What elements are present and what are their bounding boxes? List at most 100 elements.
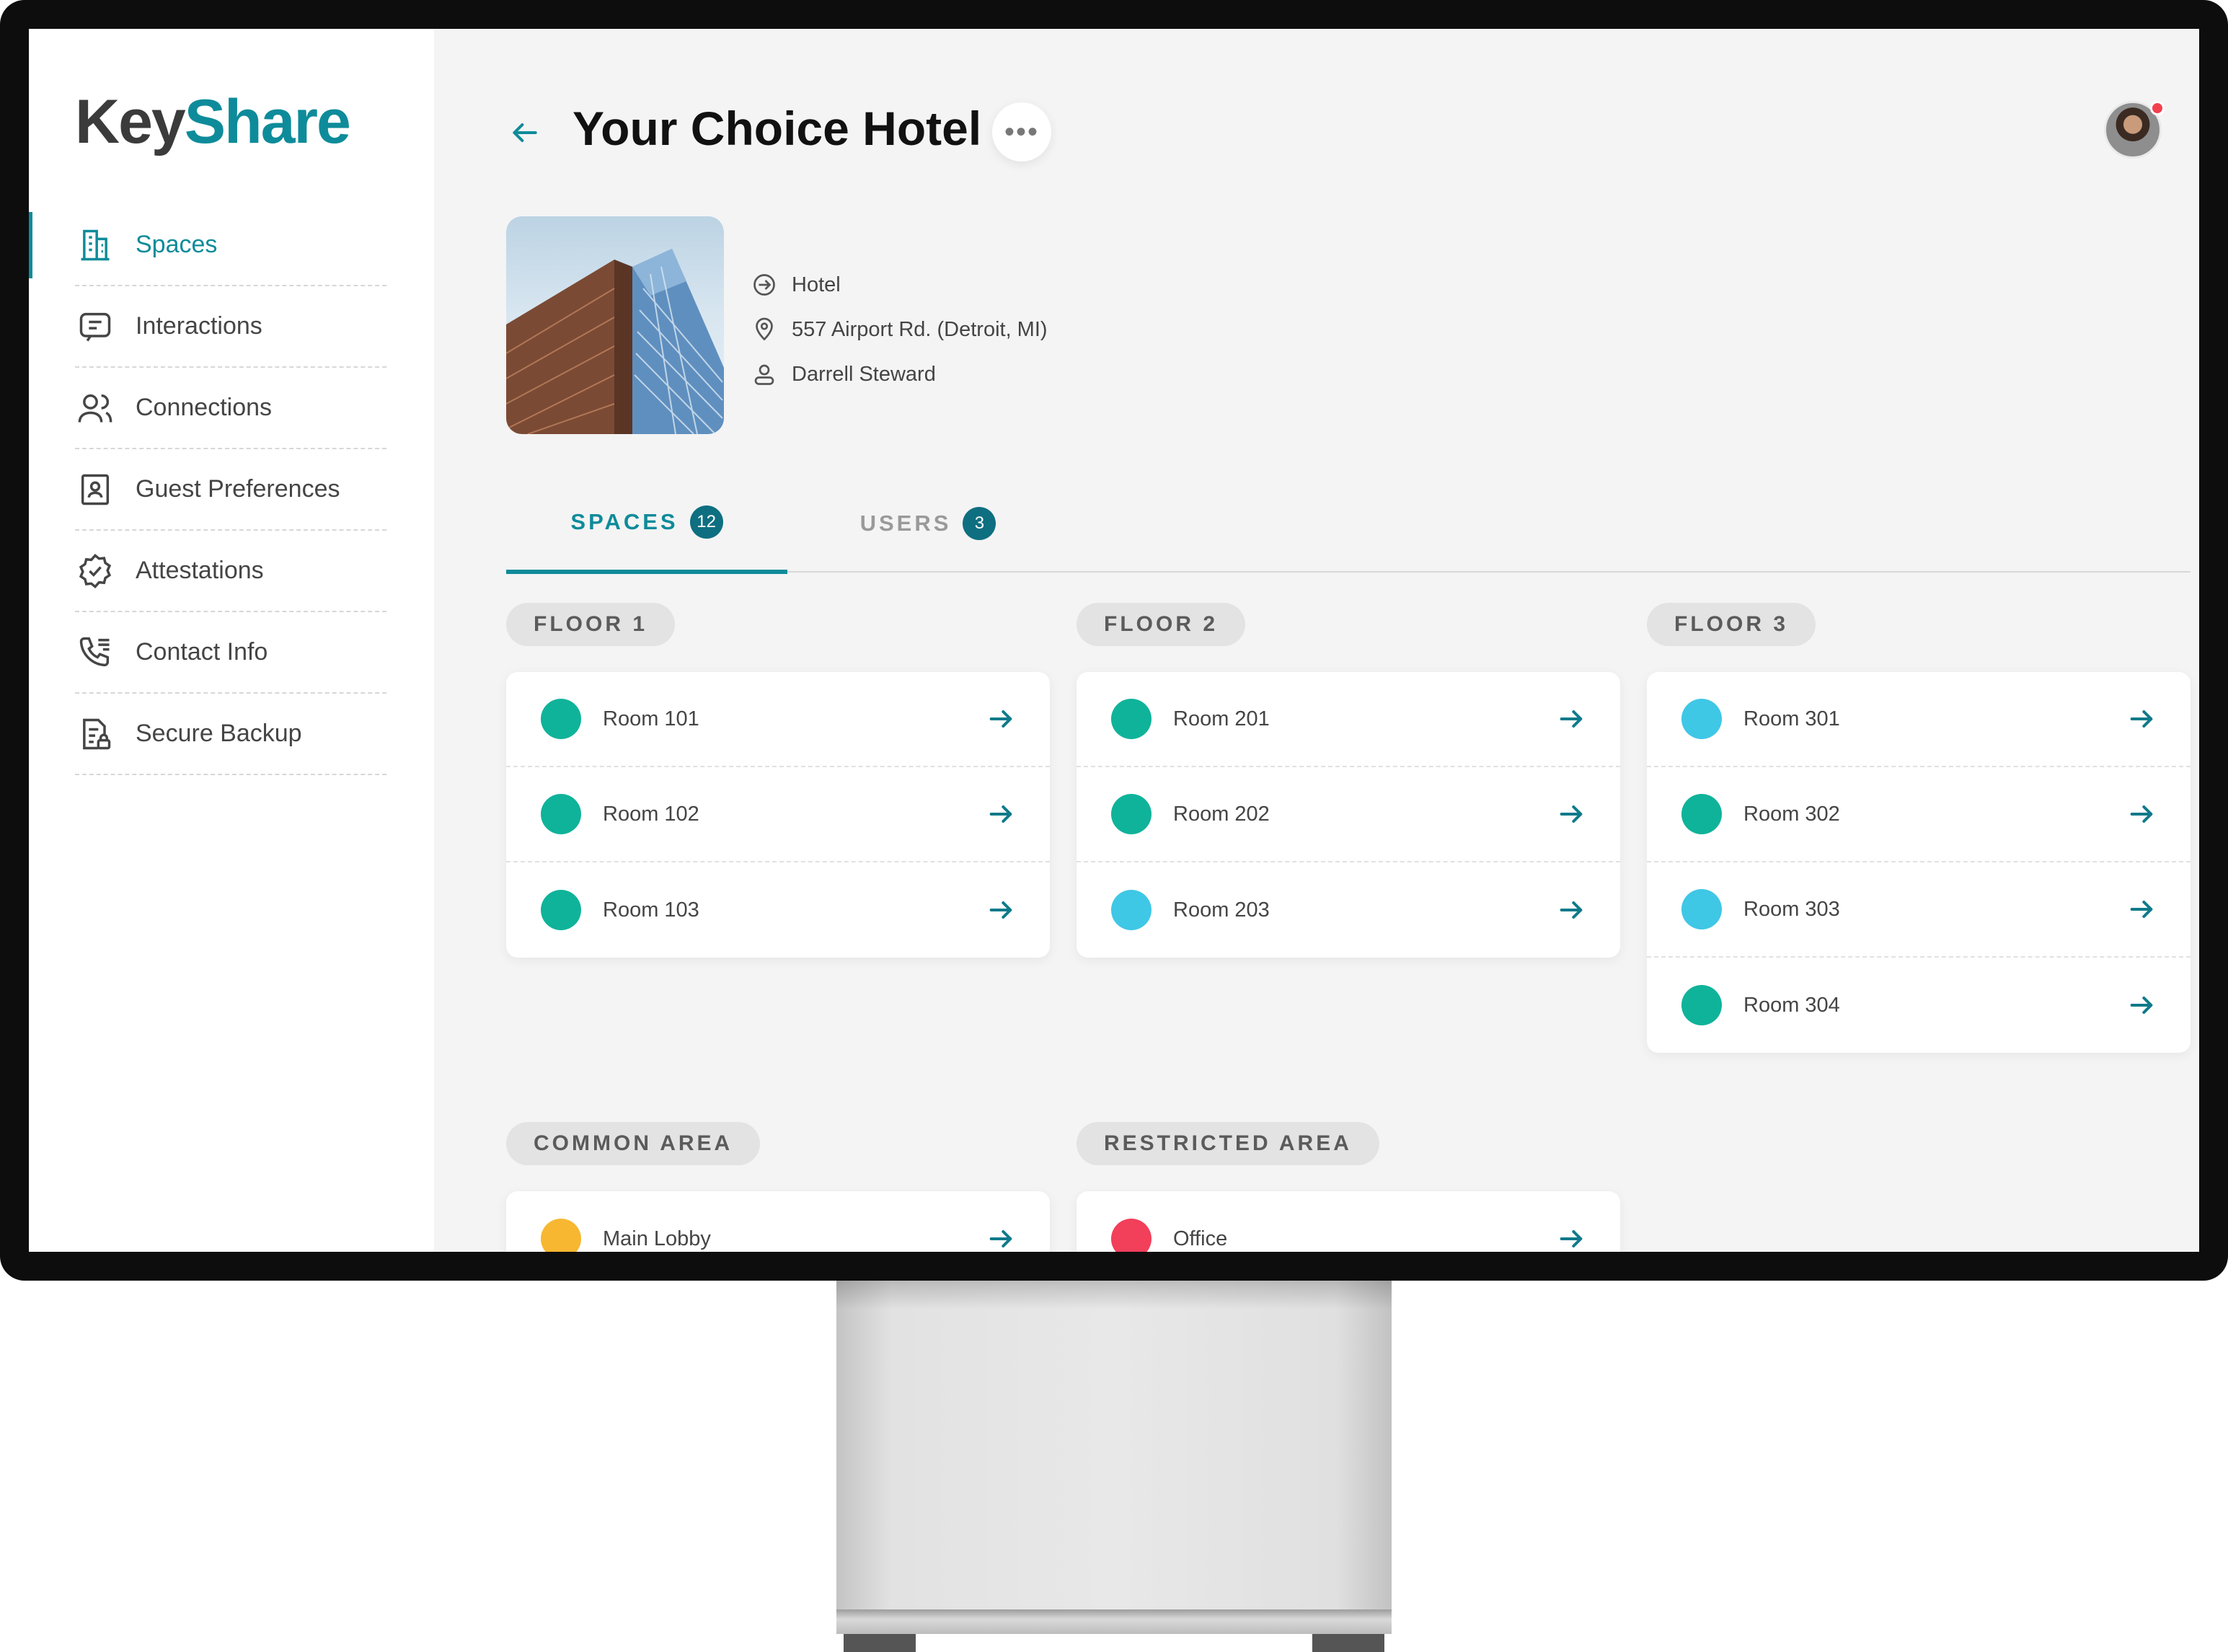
back-arrow-icon[interactable] (509, 117, 541, 149)
sidebar-item-secure-backup[interactable]: Secure Backup (75, 694, 386, 775)
document-lock-icon (75, 714, 115, 754)
arrow-right-icon[interactable] (2127, 704, 2156, 733)
more-options-button[interactable]: ••• (992, 102, 1051, 162)
arrow-right-icon[interactable] (1557, 1224, 1586, 1252)
section-label-floor-1: FLOOR 1 (506, 603, 676, 646)
status-dot (541, 699, 581, 739)
status-dot (1681, 889, 1722, 929)
monitor-stand (836, 1281, 1392, 1634)
room-name: Room 201 (1173, 707, 1270, 730)
room-name: Main Lobby (603, 1227, 711, 1250)
arrow-right-icon[interactable] (986, 800, 1015, 829)
room-row[interactable]: Office (1077, 1191, 1620, 1252)
sidebar-item-connections[interactable]: Connections (75, 368, 386, 449)
message-icon (75, 306, 115, 347)
room-row[interactable]: Room 304 (1647, 958, 2191, 1053)
arrow-right-icon[interactable] (986, 896, 1015, 924)
section-label-restricted-area: RESTRICTED AREA (1077, 1122, 1379, 1165)
property-photo (506, 216, 724, 434)
room-name: Room 301 (1743, 707, 1840, 730)
sidebar-item-guest-preferences[interactable]: Guest Preferences (75, 449, 386, 531)
tab-spaces[interactable]: SPACES 12 (506, 474, 787, 574)
tab-label: SPACES (570, 509, 678, 534)
arrow-right-icon[interactable] (2127, 991, 2156, 1020)
tab-label: USERS (859, 511, 952, 536)
section-label-floor-3: FLOOR 3 (1647, 603, 1816, 646)
property-owner-row: Darrell Steward (751, 352, 1048, 397)
room-row[interactable]: Main Lobby (506, 1191, 1050, 1252)
building-icon (75, 225, 115, 265)
room-list-card: Room 301 Room 302 Room 303 Room 304 (1647, 672, 2191, 1053)
room-list-card: Room 101 Room 102 Room 103 (506, 672, 1050, 958)
monitor-foot (844, 1634, 916, 1652)
sidebar-item-label: Connections (136, 394, 273, 421)
room-row[interactable]: Room 303 (1647, 862, 2191, 958)
status-dot (1111, 794, 1151, 834)
monitor-foot (1312, 1634, 1384, 1652)
arrow-right-icon[interactable] (1557, 704, 1586, 733)
room-name: Office (1173, 1227, 1228, 1250)
room-name: Room 203 (1173, 898, 1270, 922)
room-name: Room 303 (1743, 897, 1840, 921)
room-row[interactable]: Room 302 (1647, 767, 2191, 862)
status-dot (541, 890, 581, 930)
notification-dot (2150, 101, 2165, 115)
room-name: Room 102 (603, 802, 699, 826)
status-dot (1681, 794, 1722, 834)
sidebar-item-spaces[interactable]: Spaces (29, 205, 386, 286)
room-name: Room 304 (1743, 993, 1840, 1017)
screen: KeyShare Spaces Interactions Connections… (29, 29, 2199, 1252)
sidebar-item-interactions[interactable]: Interactions (75, 286, 386, 368)
sidebar: KeyShare Spaces Interactions Connections… (29, 29, 434, 1252)
status-dot (1681, 985, 1722, 1025)
monitor-bezel: KeyShare Spaces Interactions Connections… (0, 0, 2228, 1281)
sidebar-item-contact-info[interactable]: Contact Info (75, 612, 386, 694)
room-name: Room 202 (1173, 802, 1270, 826)
sidebar-item-label: Interactions (136, 312, 262, 340)
users-icon (75, 388, 115, 428)
login-icon (753, 274, 775, 296)
sidebar-item-label: Spaces (136, 231, 218, 258)
status-dot (541, 794, 581, 834)
id-badge-icon (75, 469, 115, 510)
status-dot (1111, 890, 1151, 930)
sidebar-item-label: Contact Info (136, 638, 268, 666)
arrow-right-icon[interactable] (1557, 896, 1586, 924)
tab-bar: SPACES 12 USERS 3 (506, 474, 2191, 574)
phone-list-icon (75, 632, 115, 673)
room-row[interactable]: Room 203 (1077, 862, 1620, 958)
status-dot (1681, 699, 1722, 739)
main-content: Your Choice Hotel ••• Hotel 557 Airport … (434, 29, 2199, 1252)
room-row[interactable]: Room 301 (1647, 672, 2191, 767)
property-type-row: Hotel (751, 262, 1048, 307)
room-row[interactable]: Room 102 (506, 767, 1050, 862)
room-name: Room 302 (1743, 802, 1840, 826)
section-label-floor-2: FLOOR 2 (1077, 603, 1246, 646)
property-type: Hotel (792, 273, 841, 296)
tab-users[interactable]: USERS 3 (787, 474, 1069, 573)
sidebar-item-label: Guest Preferences (136, 475, 340, 503)
sidebar-item-attestations[interactable]: Attestations (75, 531, 386, 612)
room-row[interactable]: Room 103 (506, 862, 1050, 958)
status-dot (1111, 699, 1151, 739)
app-logo[interactable]: KeyShare (75, 87, 351, 158)
sidebar-nav: Spaces Interactions Connections Guest Pr… (29, 205, 386, 775)
room-row[interactable]: Room 201 (1077, 672, 1620, 767)
property-owner: Darrell Steward (792, 362, 936, 386)
arrow-right-icon[interactable] (986, 704, 1015, 733)
arrow-right-icon[interactable] (2127, 800, 2156, 829)
monitor-stand-base (836, 1609, 1392, 1634)
page-title: Your Choice Hotel (573, 102, 982, 155)
arrow-right-icon[interactable] (986, 1224, 1015, 1252)
user-icon (754, 364, 774, 385)
arrow-right-icon[interactable] (1557, 800, 1586, 829)
room-name: Room 103 (603, 898, 699, 922)
location-pin-icon (756, 317, 773, 341)
room-list-card: Office (1077, 1191, 1620, 1252)
property-address: 557 Airport Rd. (Detroit, MI) (792, 317, 1048, 341)
arrow-right-icon[interactable] (2127, 895, 2156, 924)
room-row[interactable]: Room 202 (1077, 767, 1620, 862)
section-label-common-area: COMMON AREA (506, 1122, 761, 1165)
room-row[interactable]: Room 101 (506, 672, 1050, 767)
count-badge: 12 (689, 505, 723, 539)
